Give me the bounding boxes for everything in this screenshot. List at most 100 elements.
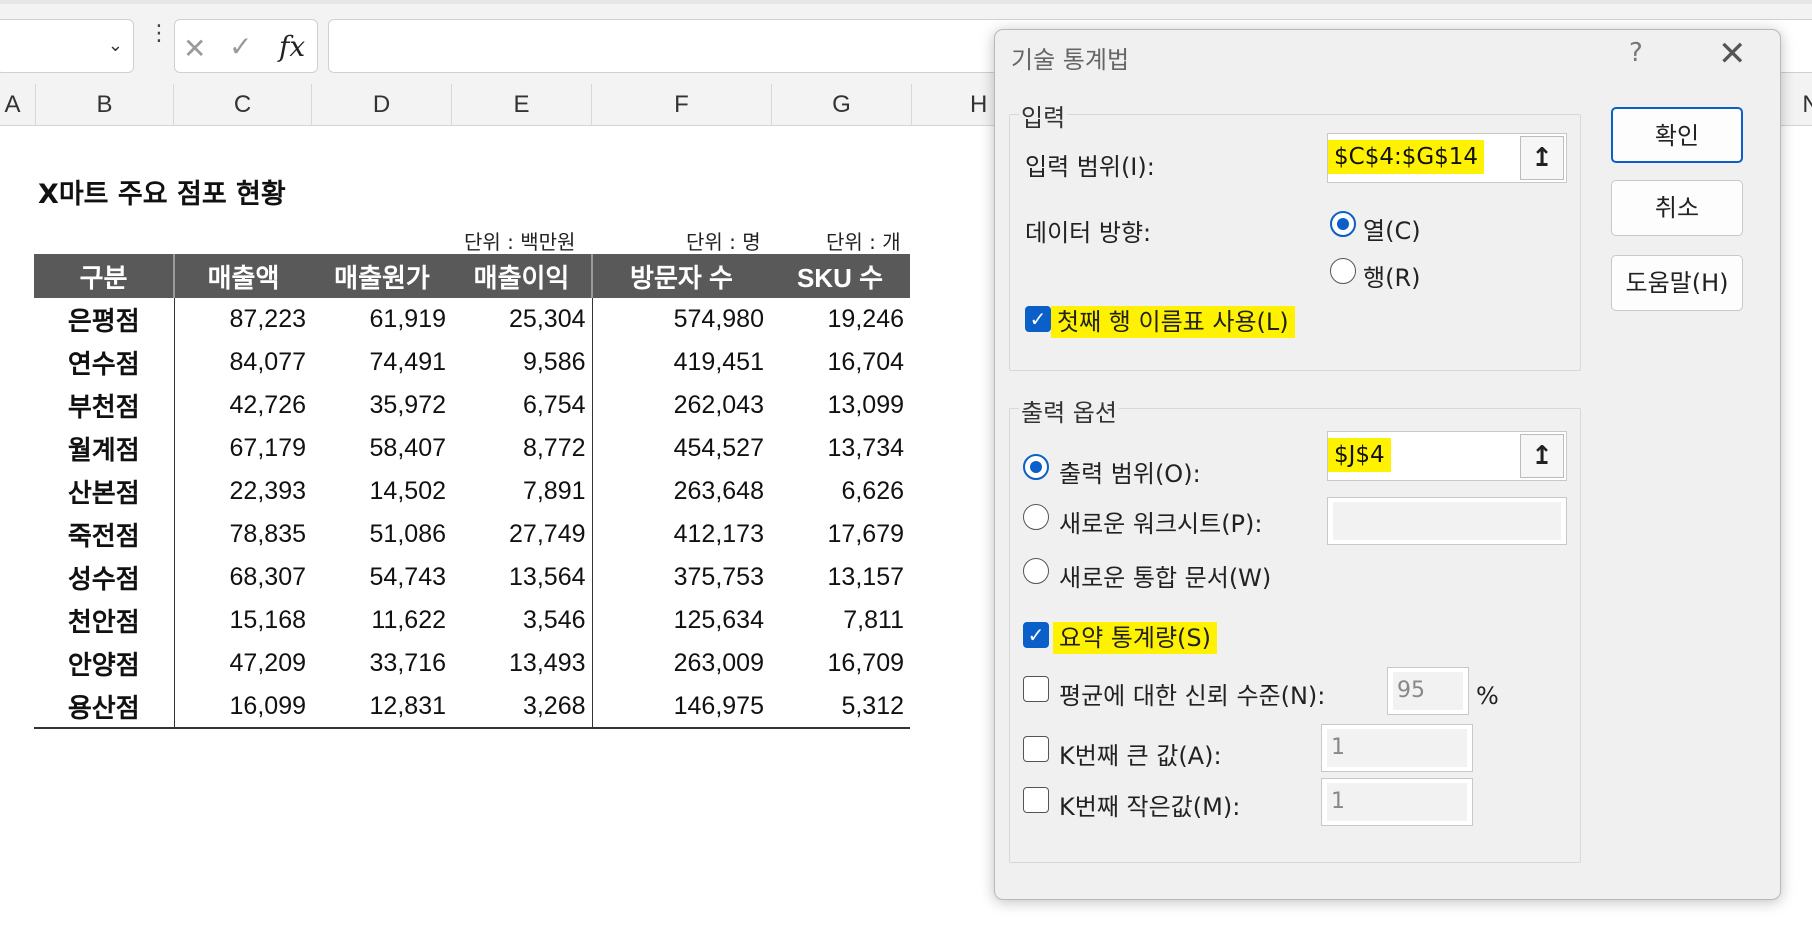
sales-cell[interactable]: 22,393 bbox=[174, 470, 312, 513]
store-name-cell[interactable]: 은평점 bbox=[34, 298, 175, 341]
sales-cell[interactable]: 84,077 bbox=[174, 341, 312, 384]
first-row-labels-checkbox[interactable]: ✓ bbox=[1025, 306, 1051, 332]
cost-cell[interactable]: 74,491 bbox=[312, 341, 452, 384]
store-name-cell[interactable]: 부천점 bbox=[34, 384, 175, 427]
sales-cell[interactable]: 42,726 bbox=[174, 384, 312, 427]
header-visitors[interactable]: 방문자 수 bbox=[592, 254, 770, 298]
column-header-d[interactable]: D bbox=[312, 84, 452, 126]
summary-statistics-checkbox[interactable]: ✓ bbox=[1023, 622, 1049, 648]
profit-cell[interactable]: 13,493 bbox=[452, 642, 593, 685]
visitors-cell[interactable]: 262,043 bbox=[592, 384, 770, 427]
cost-cell[interactable]: 11,622 bbox=[312, 599, 452, 642]
radio-new-workbook[interactable] bbox=[1023, 558, 1049, 584]
column-header-g[interactable]: G bbox=[772, 84, 912, 126]
sku-cell[interactable]: 19,246 bbox=[770, 298, 910, 341]
visitors-cell[interactable]: 125,634 bbox=[592, 599, 770, 642]
confidence-level-label[interactable]: 평균에 대한 신뢰 수준(N): bbox=[1059, 676, 1325, 711]
column-header-a[interactable]: A bbox=[0, 84, 36, 126]
chevron-down-icon[interactable]: ⌄ bbox=[108, 35, 123, 56]
checkmark-icon[interactable]: ✓ bbox=[229, 30, 252, 63]
close-icon[interactable]: ✕ bbox=[183, 32, 206, 65]
ok-button[interactable]: 확인 bbox=[1611, 107, 1743, 163]
radio-row-label[interactable]: 행(R) bbox=[1363, 258, 1420, 293]
output-range-field[interactable]: $J$4 ↥ bbox=[1327, 431, 1567, 481]
header-category[interactable]: 구분 bbox=[34, 254, 175, 298]
kth-smallest-label[interactable]: K번째 작은값(M): bbox=[1059, 787, 1240, 822]
column-header-n[interactable]: N bbox=[1796, 84, 1812, 126]
store-name-cell[interactable]: 용산점 bbox=[34, 685, 175, 729]
name-box[interactable]: ⌄ bbox=[0, 19, 134, 73]
collapse-dialog-icon[interactable]: ↥ bbox=[1520, 136, 1564, 180]
help-icon[interactable]: ? bbox=[1629, 38, 1643, 68]
radio-column-label[interactable]: 열(C) bbox=[1363, 211, 1421, 246]
profit-cell[interactable]: 8,772 bbox=[452, 427, 593, 470]
store-name-cell[interactable]: 천안점 bbox=[34, 599, 175, 642]
sku-cell[interactable]: 13,734 bbox=[770, 427, 910, 470]
help-button[interactable]: 도움말(H) bbox=[1611, 255, 1743, 311]
insert-function-icon[interactable]: fx bbox=[279, 30, 305, 63]
confidence-level-field[interactable]: 95 bbox=[1387, 667, 1469, 715]
sku-cell[interactable]: 6,626 bbox=[770, 470, 910, 513]
profit-cell[interactable]: 9,586 bbox=[452, 341, 593, 384]
cost-cell[interactable]: 61,919 bbox=[312, 298, 452, 341]
sales-cell[interactable]: 78,835 bbox=[174, 513, 312, 556]
sales-cell[interactable]: 15,168 bbox=[174, 599, 312, 642]
store-name-cell[interactable]: 죽전점 bbox=[34, 513, 175, 556]
input-range-field[interactable]: $C$4:$G$14 ↥ bbox=[1327, 133, 1567, 183]
output-range-label[interactable]: 출력 범위(O): bbox=[1059, 454, 1201, 489]
profit-cell[interactable]: 13,564 bbox=[452, 556, 593, 599]
profit-cell[interactable]: 25,304 bbox=[452, 298, 593, 341]
column-header-b[interactable]: B bbox=[36, 84, 174, 126]
cost-cell[interactable]: 33,716 bbox=[312, 642, 452, 685]
sku-cell[interactable]: 17,679 bbox=[770, 513, 910, 556]
store-name-cell[interactable]: 성수점 bbox=[34, 556, 175, 599]
radio-output-range[interactable] bbox=[1023, 454, 1049, 480]
collapse-dialog-icon[interactable]: ↥ bbox=[1520, 434, 1564, 478]
sku-cell[interactable]: 16,704 bbox=[770, 341, 910, 384]
more-options-icon[interactable]: ⋮ bbox=[148, 23, 170, 45]
sales-cell[interactable]: 68,307 bbox=[174, 556, 312, 599]
visitors-cell[interactable]: 454,527 bbox=[592, 427, 770, 470]
visitors-cell[interactable]: 263,009 bbox=[592, 642, 770, 685]
visitors-cell[interactable]: 574,980 bbox=[592, 298, 770, 341]
kth-largest-field[interactable]: 1 bbox=[1321, 724, 1473, 772]
sales-cell[interactable]: 16,099 bbox=[174, 685, 312, 729]
sku-cell[interactable]: 16,709 bbox=[770, 642, 910, 685]
profit-cell[interactable]: 3,268 bbox=[452, 685, 593, 729]
profit-cell[interactable]: 6,754 bbox=[452, 384, 593, 427]
sku-cell[interactable]: 5,312 bbox=[770, 685, 910, 729]
radio-column[interactable] bbox=[1330, 211, 1356, 237]
cost-cell[interactable]: 14,502 bbox=[312, 470, 452, 513]
kth-largest-checkbox[interactable] bbox=[1023, 736, 1049, 762]
profit-cell[interactable]: 27,749 bbox=[452, 513, 593, 556]
radio-new-worksheet[interactable] bbox=[1023, 504, 1049, 530]
kth-smallest-field[interactable]: 1 bbox=[1321, 778, 1473, 826]
cost-cell[interactable]: 12,831 bbox=[312, 685, 452, 729]
visitors-cell[interactable]: 412,173 bbox=[592, 513, 770, 556]
sales-cell[interactable]: 47,209 bbox=[174, 642, 312, 685]
column-header-c[interactable]: C bbox=[174, 84, 312, 126]
header-profit[interactable]: 매출이익 bbox=[452, 254, 593, 298]
new-workbook-label[interactable]: 새로운 통합 문서(W) bbox=[1059, 558, 1271, 593]
header-cost[interactable]: 매출원가 bbox=[312, 254, 452, 298]
store-name-cell[interactable]: 안양점 bbox=[34, 642, 175, 685]
sales-cell[interactable]: 87,223 bbox=[174, 298, 312, 341]
new-worksheet-name-field[interactable] bbox=[1327, 497, 1567, 545]
cost-cell[interactable]: 58,407 bbox=[312, 427, 452, 470]
close-icon[interactable]: ✕ bbox=[1718, 34, 1747, 74]
column-header-f[interactable]: F bbox=[592, 84, 772, 126]
kth-largest-label[interactable]: K번째 큰 값(A): bbox=[1059, 736, 1222, 771]
cancel-button[interactable]: 취소 bbox=[1611, 180, 1743, 236]
profit-cell[interactable]: 7,891 bbox=[452, 470, 593, 513]
visitors-cell[interactable]: 375,753 bbox=[592, 556, 770, 599]
cost-cell[interactable]: 54,743 bbox=[312, 556, 452, 599]
visitors-cell[interactable]: 263,648 bbox=[592, 470, 770, 513]
visitors-cell[interactable]: 146,975 bbox=[592, 685, 770, 729]
new-worksheet-label[interactable]: 새로운 워크시트(P): bbox=[1059, 504, 1262, 539]
header-sales[interactable]: 매출액 bbox=[174, 254, 312, 298]
summary-statistics-label[interactable]: 요약 통계량(S) bbox=[1053, 618, 1217, 654]
kth-smallest-checkbox[interactable] bbox=[1023, 787, 1049, 813]
header-sku[interactable]: SKU 수 bbox=[770, 254, 910, 298]
store-name-cell[interactable]: 연수점 bbox=[34, 341, 175, 384]
cost-cell[interactable]: 35,972 bbox=[312, 384, 452, 427]
